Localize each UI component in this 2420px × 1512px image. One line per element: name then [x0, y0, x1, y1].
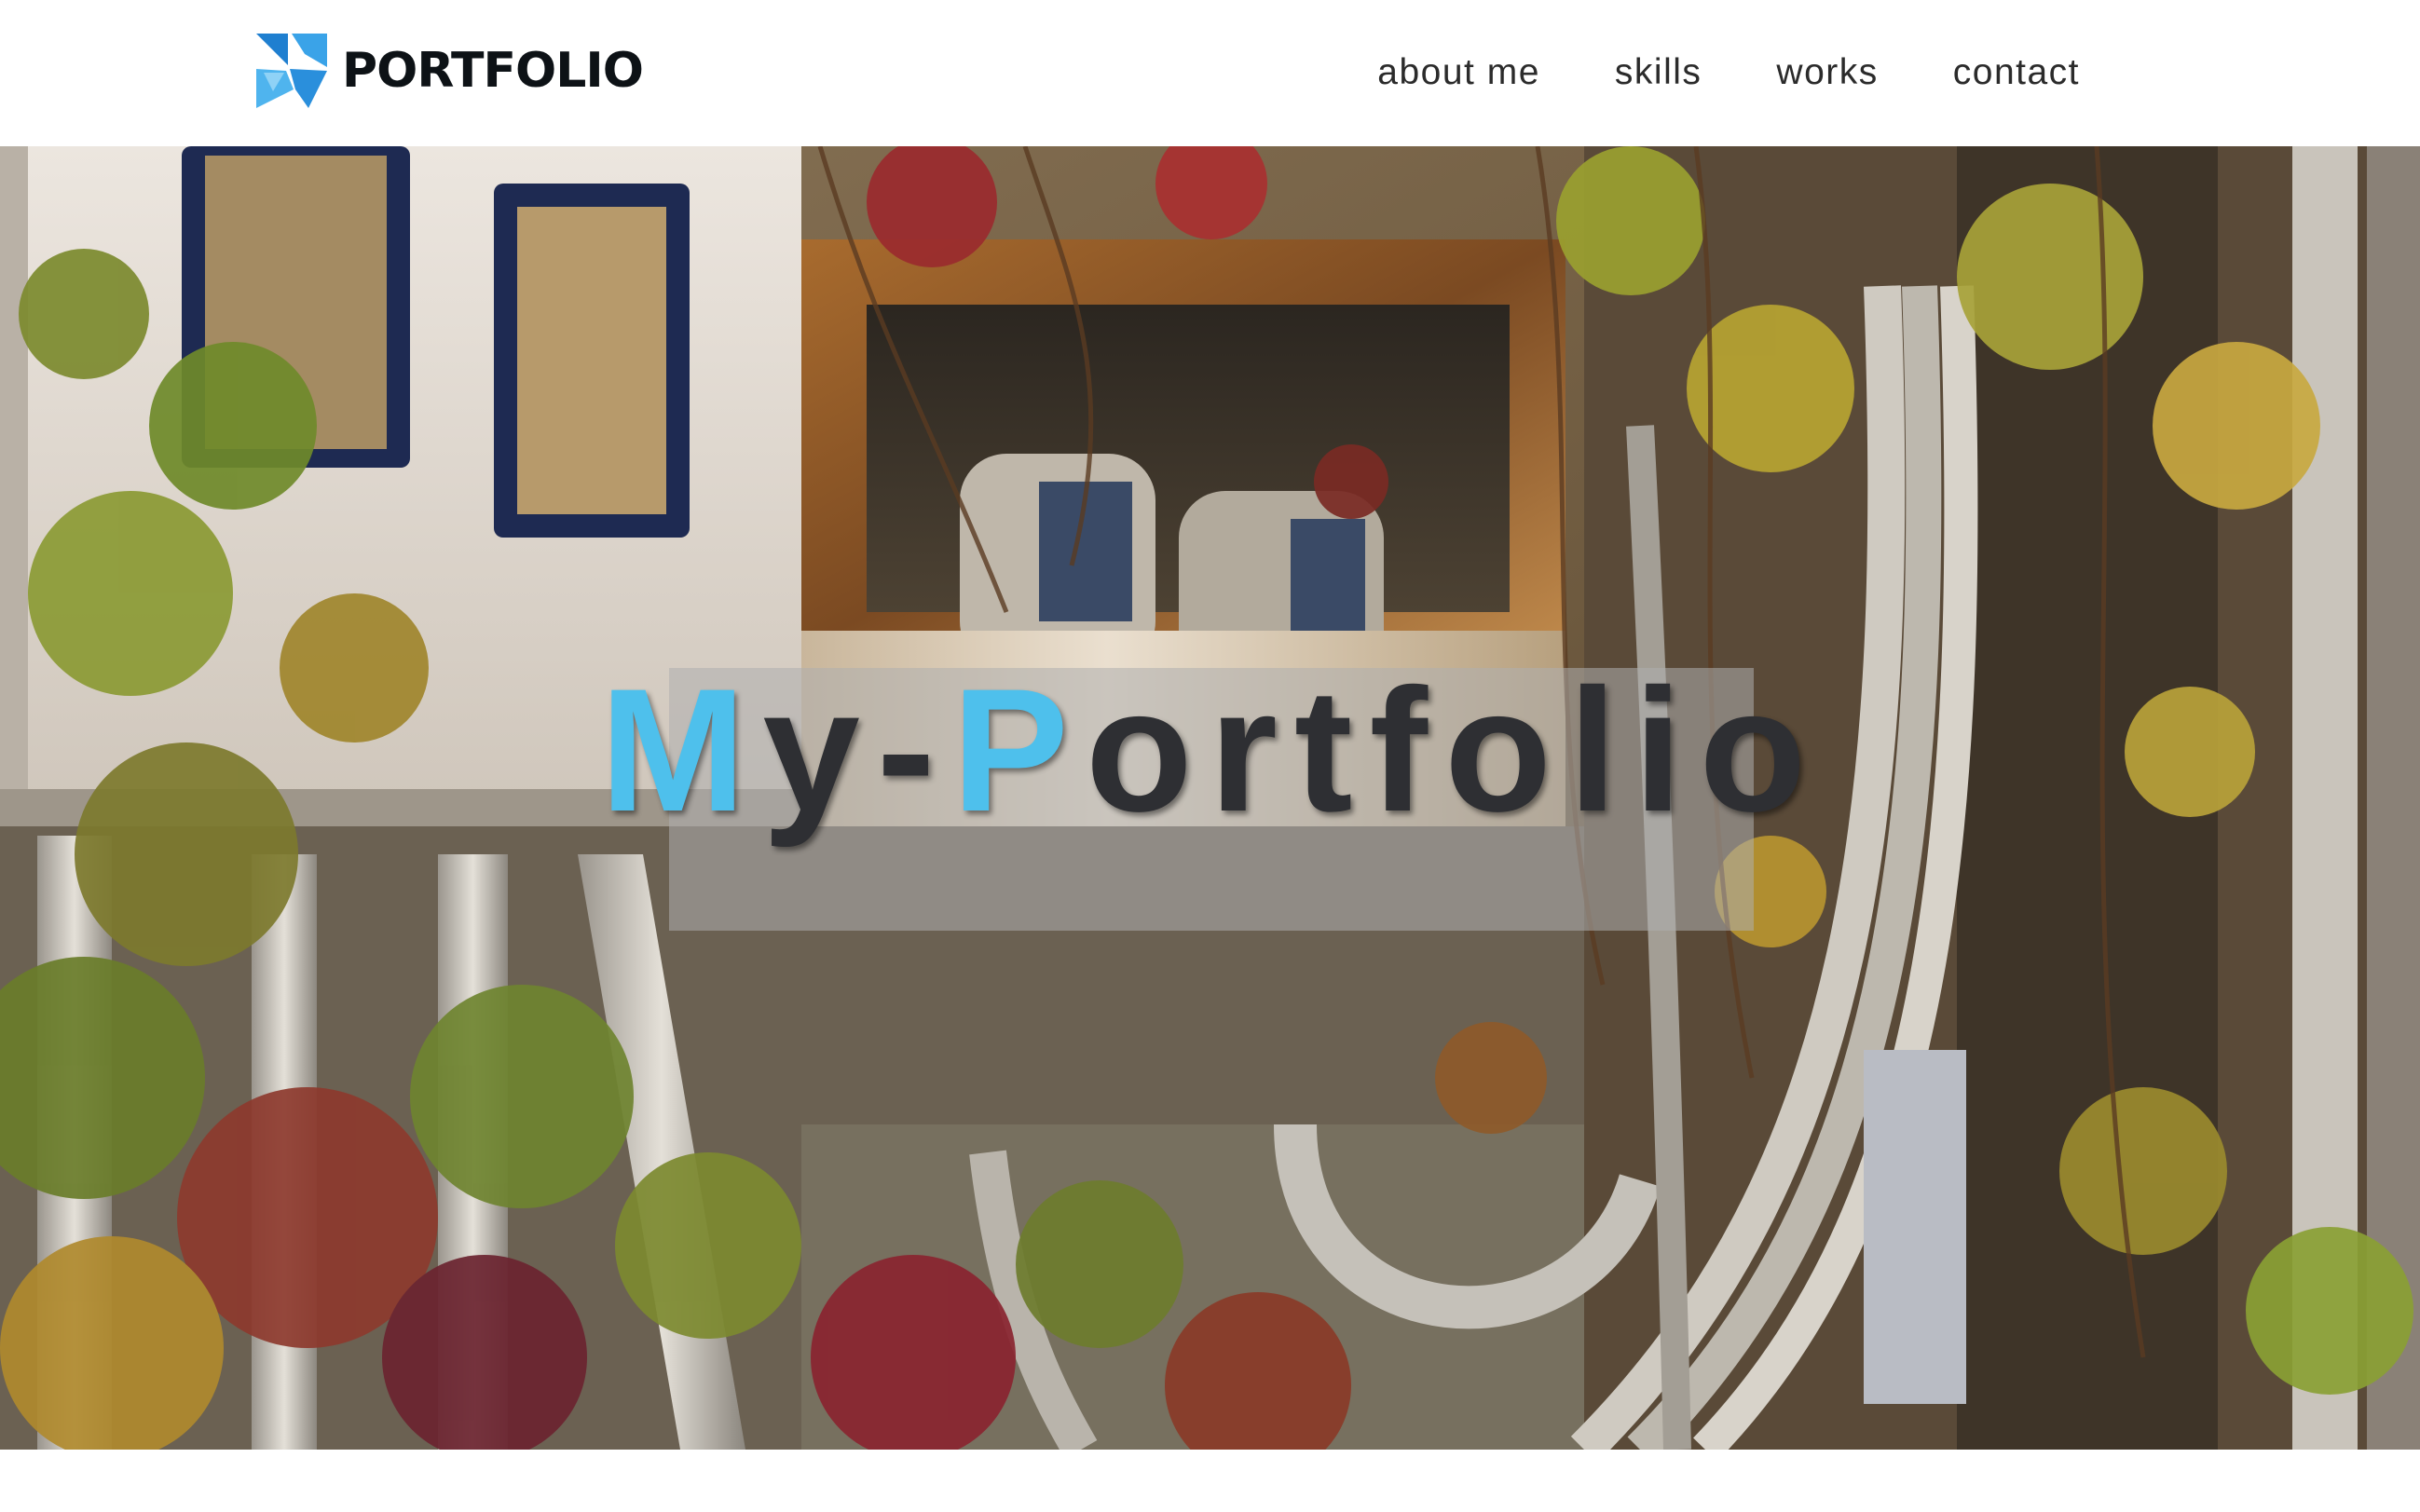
nav-contact[interactable]: contact — [1953, 45, 2080, 101]
hero-title-accent-p: P — [951, 652, 1086, 849]
site-header: PORTFOLIO about me skills works contact — [0, 0, 2420, 146]
page: PORTFOLIO about me skills works contact — [0, 0, 2420, 1512]
brand-link[interactable]: PORTFOLIO — [256, 33, 644, 109]
hero-title-accent-m: M — [599, 652, 763, 849]
hero-title-part-y: y- — [762, 652, 952, 849]
hero-title: My-Portfolio — [600, 662, 1824, 838]
brand-name: PORTFOLIO — [342, 43, 644, 99]
nav-skills[interactable]: skills — [1615, 45, 1702, 101]
hero-title-box: My-Portfolio — [600, 662, 1806, 931]
nav-works[interactable]: works — [1776, 45, 1878, 101]
hero-section: My-Portfolio — [0, 146, 2420, 1450]
main-nav: about me skills works contact — [1377, 45, 2080, 101]
portfolio-logo-icon — [256, 34, 327, 108]
nav-about-me[interactable]: about me — [1377, 45, 1540, 101]
hero-title-part-ortfolio: ortfolio — [1085, 652, 1824, 849]
